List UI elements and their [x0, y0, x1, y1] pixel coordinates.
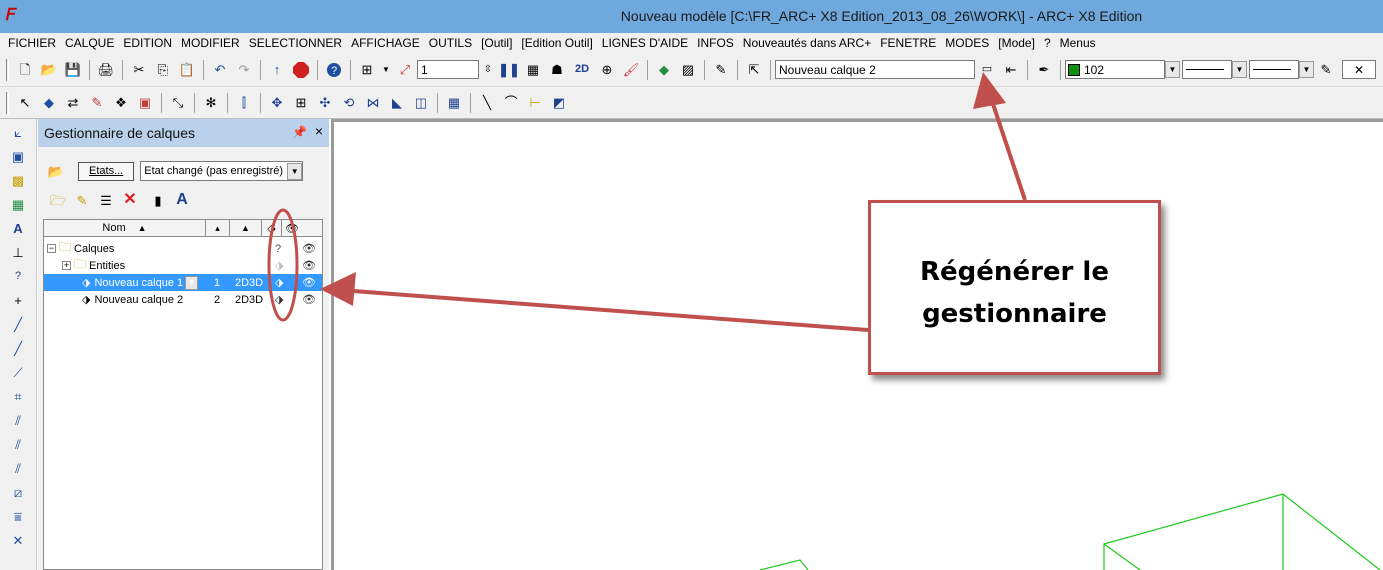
wireframe-edge [1103, 493, 1381, 570]
annotation-overlay [267, 72, 1381, 570]
callout-line-1: Régénérer le [920, 257, 1109, 287]
arrow-to-toolbar-button [973, 72, 1027, 201]
callout-text: Régénérer le gestionnaire [871, 251, 1158, 335]
wireframe-edge [759, 559, 809, 570]
callout-box: Régénérer le gestionnaire [868, 200, 1161, 375]
arrow-to-layers [320, 272, 869, 332]
wireframe-edge [1103, 543, 1141, 570]
callout-line-2: gestionnaire [922, 299, 1107, 329]
highlight-ellipse [267, 208, 299, 322]
model-wireframe [759, 493, 1381, 570]
